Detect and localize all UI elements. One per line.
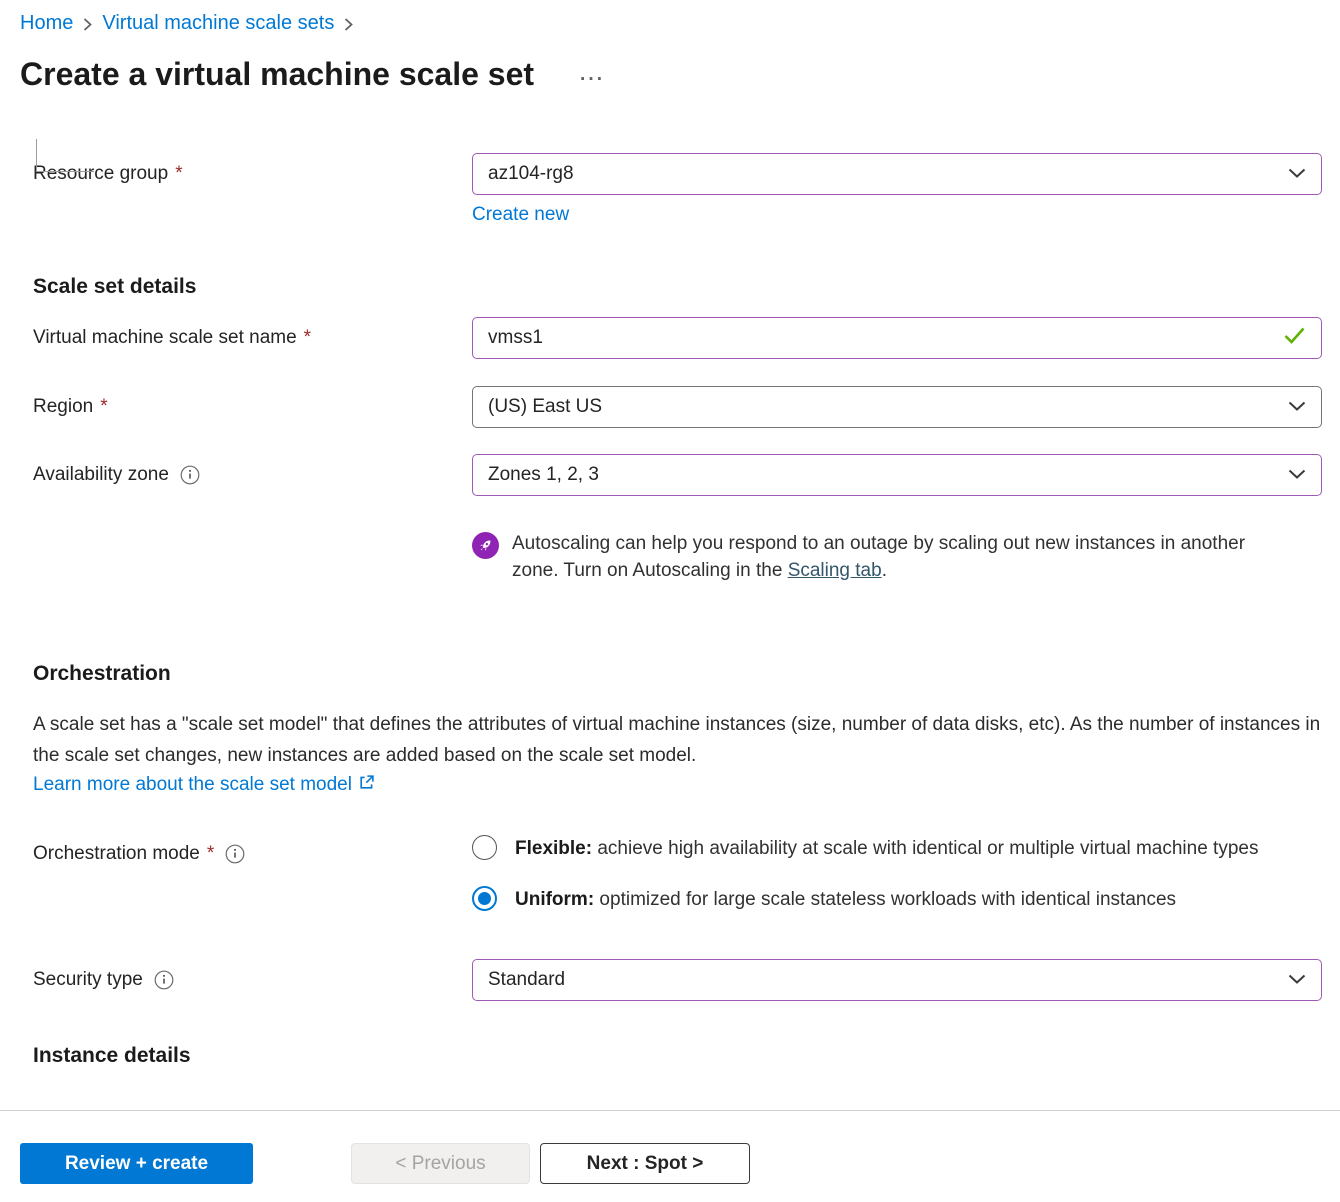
uniform-option-name: Uniform: [515,889,594,910]
orchestration-mode-label-text: Orchestration mode [33,843,200,865]
external-link-icon [358,774,375,796]
orchestration-heading: Orchestration [33,662,1340,686]
indent-connector [36,139,94,172]
info-icon[interactable] [225,844,245,864]
orchestration-mode-row: Orchestration mode * Flexible: achieve h… [33,834,1322,915]
radio-option-uniform[interactable]: Uniform: optimized for large scale state… [472,885,1322,915]
breadcrumb: Home Virtual machine scale sets [0,0,1340,35]
orchestration-description: A scale set has a "scale set model" that… [33,709,1325,771]
resource-group-dropdown[interactable]: az104-rg8 [472,153,1322,195]
resource-group-value: az104-rg8 [488,163,574,185]
security-type-label-text: Security type [33,969,143,991]
learn-more-link[interactable]: Learn more about the scale set model [33,774,352,796]
vm-name-row: Virtual machine scale set name * vmss1 [33,317,1322,359]
chevron-right-icon [82,16,93,33]
create-new-link[interactable]: Create new [472,204,569,225]
required-asterisk: * [207,843,214,865]
resource-group-row: Resource group * az104-rg8 [33,153,1322,195]
flexible-option-name: Flexible: [515,838,592,859]
checkmark-icon [1283,326,1306,350]
info-icon[interactable] [154,970,174,990]
orchestration-mode-label: Orchestration mode * [33,843,472,865]
availability-zone-label-text: Availability zone [33,464,169,486]
required-asterisk: * [304,327,311,349]
flexible-option-text: Flexible: achieve high availability at s… [515,834,1315,864]
security-type-row: Security type Standard [33,959,1322,1001]
note-text-after: . [882,560,887,581]
chevron-down-icon [1288,464,1306,486]
scaling-tab-link[interactable]: Scaling tab [788,560,882,581]
resource-group-label: Resource group * [33,163,472,185]
availability-zone-dropdown[interactable]: Zones 1, 2, 3 [472,454,1322,496]
chevron-down-icon [1288,969,1306,991]
orchestration-mode-options: Flexible: achieve high availability at s… [472,834,1322,915]
scale-set-details-heading: Scale set details [33,275,1340,299]
radio-unselected-icon [472,835,497,860]
required-asterisk: * [100,396,107,418]
security-type-dropdown[interactable]: Standard [472,959,1322,1001]
rocket-icon [472,532,499,559]
more-options-ellipsis-icon[interactable]: ··· [580,69,605,91]
chevron-down-icon [1288,163,1306,185]
security-type-value: Standard [488,969,565,991]
footer-action-bar: Review + create < Previous Next : Spot > [0,1110,1340,1202]
instance-details-heading: Instance details [33,1044,1340,1068]
breadcrumb-vmss-link[interactable]: Virtual machine scale sets [102,12,334,35]
review-create-button[interactable]: Review + create [20,1143,253,1184]
vm-name-label-text: Virtual machine scale set name [33,327,297,349]
info-icon[interactable] [180,465,200,485]
autoscaling-note-text: Autoscaling can help you respond to an o… [512,530,1257,584]
next-spot-button[interactable]: Next : Spot > [540,1143,750,1184]
vm-name-input[interactable]: vmss1 [472,317,1322,359]
uniform-option-description: optimized for large scale stateless work… [594,889,1176,910]
uniform-option-text: Uniform: optimized for large scale state… [515,885,1315,915]
vm-name-value: vmss1 [488,327,543,349]
chevron-right-icon [343,16,354,33]
breadcrumb-home-link[interactable]: Home [20,12,73,35]
radio-option-flexible[interactable]: Flexible: achieve high availability at s… [472,834,1322,864]
page-title: Create a virtual machine scale set [20,56,534,93]
security-type-label: Security type [33,969,472,991]
required-asterisk: * [175,163,182,185]
flexible-option-description: achieve high availability at scale with … [592,838,1258,859]
availability-zone-row: Availability zone Zones 1, 2, 3 [33,454,1322,496]
region-label: Region * [33,396,472,418]
availability-zone-label: Availability zone [33,464,472,486]
region-row: Region * (US) East US [33,386,1322,428]
previous-button[interactable]: < Previous [351,1143,530,1184]
region-value: (US) East US [488,396,602,418]
radio-selected-icon [472,886,497,911]
region-dropdown[interactable]: (US) East US [472,386,1322,428]
autoscaling-note: Autoscaling can help you respond to an o… [472,530,1340,584]
vm-name-label: Virtual machine scale set name * [33,327,472,349]
availability-zone-value: Zones 1, 2, 3 [488,464,599,486]
chevron-down-icon [1288,396,1306,418]
region-label-text: Region [33,396,93,418]
